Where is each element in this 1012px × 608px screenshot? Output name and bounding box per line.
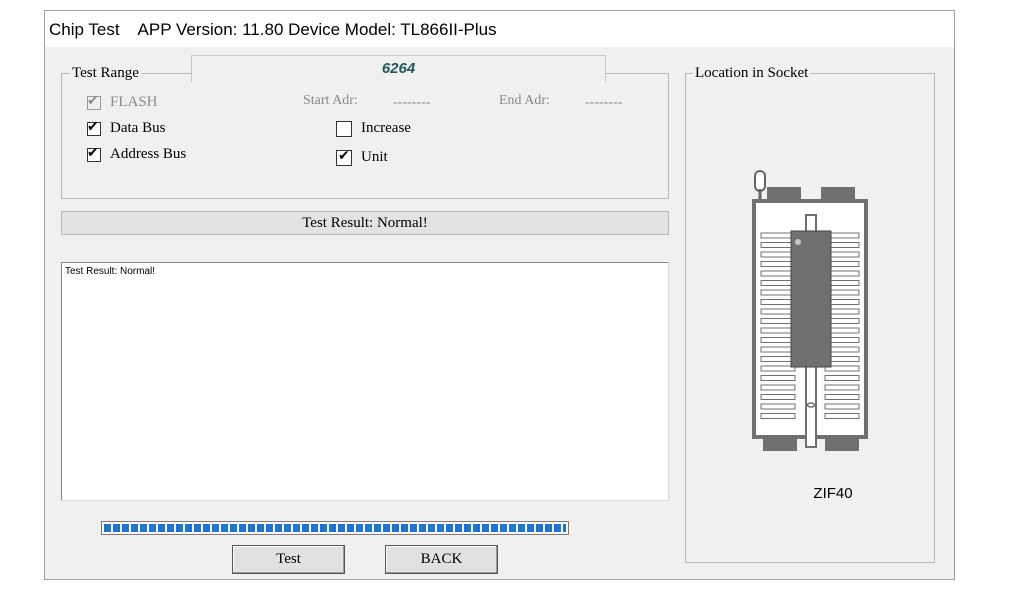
socket-lever [754, 170, 766, 192]
socket-pin-left-9 [760, 308, 796, 315]
checkmark-icon: ✔ [87, 118, 99, 135]
socket-notch [806, 402, 816, 408]
chip-pin1-marker [795, 239, 801, 245]
socket-pin-left-5 [760, 270, 796, 277]
checkmark-icon: ✔ [87, 92, 99, 109]
unit-label: Unit [361, 149, 388, 165]
log-text: Test Result: Normal! [65, 266, 156, 277]
title-bar: Chip Test APP Version: 11.80 Device Mode… [45, 11, 954, 47]
data-bus-label: Data Bus [110, 120, 166, 136]
socket-pin-left-13 [760, 346, 796, 353]
socket-pin-left-8 [760, 299, 796, 305]
increase-checkbox-box[interactable] [336, 120, 352, 137]
data-bus-checkbox-box[interactable]: ✔ [87, 118, 101, 136]
socket-pin-right-18 [824, 394, 860, 400]
address-bus-checkbox-box[interactable]: ✔ [87, 144, 101, 162]
flash-checkbox[interactable]: ✔ FLASH [87, 92, 158, 111]
socket-pin-left-14 [760, 356, 796, 362]
end-adr-value: -------- [585, 95, 623, 110]
socket-pin-right-19 [824, 403, 860, 410]
socket-pin-left-1 [760, 232, 796, 239]
socket-pin-left-4 [760, 261, 796, 267]
socket-top-tab-left [767, 187, 801, 201]
chip-test-window: Chip Test APP Version: 11.80 Device Mode… [44, 10, 955, 580]
window-title: Chip Test APP Version: 11.80 Device Mode… [49, 20, 497, 40]
checkmark-icon: ✔ [87, 144, 99, 161]
unit-checkbox[interactable]: ✔ Unit [336, 147, 388, 166]
back-button[interactable]: BACK [385, 545, 498, 574]
chip-name: 6264 [381, 60, 416, 77]
increase-label: Increase [361, 120, 411, 136]
chip-name-box: 6264 [191, 55, 606, 82]
address-bus-checkbox[interactable]: ✔ Address Bus [87, 144, 187, 163]
test-result-bar: Test Result: Normal! [61, 211, 669, 235]
chip-body [790, 230, 832, 368]
address-bus-label: Address Bus [110, 146, 187, 162]
socket-pin-left-7 [760, 289, 796, 296]
socket-pin-right-20 [824, 413, 860, 419]
unit-checkbox-box[interactable]: ✔ [336, 147, 352, 166]
app-name: Chip Test [49, 20, 120, 39]
end-adr-label: End Adr: [499, 93, 550, 108]
socket-pin-left-16 [760, 375, 796, 381]
log-textarea[interactable]: Test Result: Normal! [61, 262, 669, 501]
socket-pin-left-10 [760, 318, 796, 324]
socket-pin-left-6 [760, 280, 796, 286]
socket-pin-right-17 [824, 384, 860, 391]
socket-name: ZIF40 [813, 485, 853, 502]
test-button[interactable]: Test [232, 545, 345, 574]
flash-checkbox-box[interactable]: ✔ [87, 92, 101, 110]
socket-pin-left-11 [760, 327, 796, 334]
socket-pin-left-15 [760, 365, 796, 372]
socket-pin-left-18 [760, 394, 796, 400]
start-adr-label: Start Adr: [303, 93, 358, 108]
socket-pin-left-17 [760, 384, 796, 391]
socket-pin-left-3 [760, 251, 796, 258]
checkmark-icon: ✔ [338, 147, 350, 164]
socket-pin-left-12 [760, 337, 796, 343]
progress-bar [101, 521, 569, 535]
socket-pin-left-2 [760, 242, 796, 248]
increase-checkbox[interactable]: Increase [336, 120, 411, 137]
version-label: APP Version: 11.80 Device Model: TL866II… [137, 20, 497, 39]
start-adr-value: -------- [393, 95, 431, 110]
socket-bottom-tab-left [763, 437, 797, 451]
data-bus-checkbox[interactable]: ✔ Data Bus [87, 118, 166, 137]
socket-pin-left-20 [760, 413, 796, 419]
socket-pin-left-19 [760, 403, 796, 410]
socket-group-label: Location in Socket [693, 65, 811, 82]
test-range-label: Test Range [70, 65, 141, 82]
zif40-socket-diagram [752, 170, 868, 451]
socket-pin-right-16 [824, 375, 860, 381]
progress-fill [104, 524, 566, 532]
test-result-text: Test Result: Normal! [302, 215, 428, 231]
flash-label: FLASH [110, 94, 158, 110]
socket-top-tab-right [821, 187, 855, 201]
socket-bottom-tab-right [825, 437, 859, 451]
